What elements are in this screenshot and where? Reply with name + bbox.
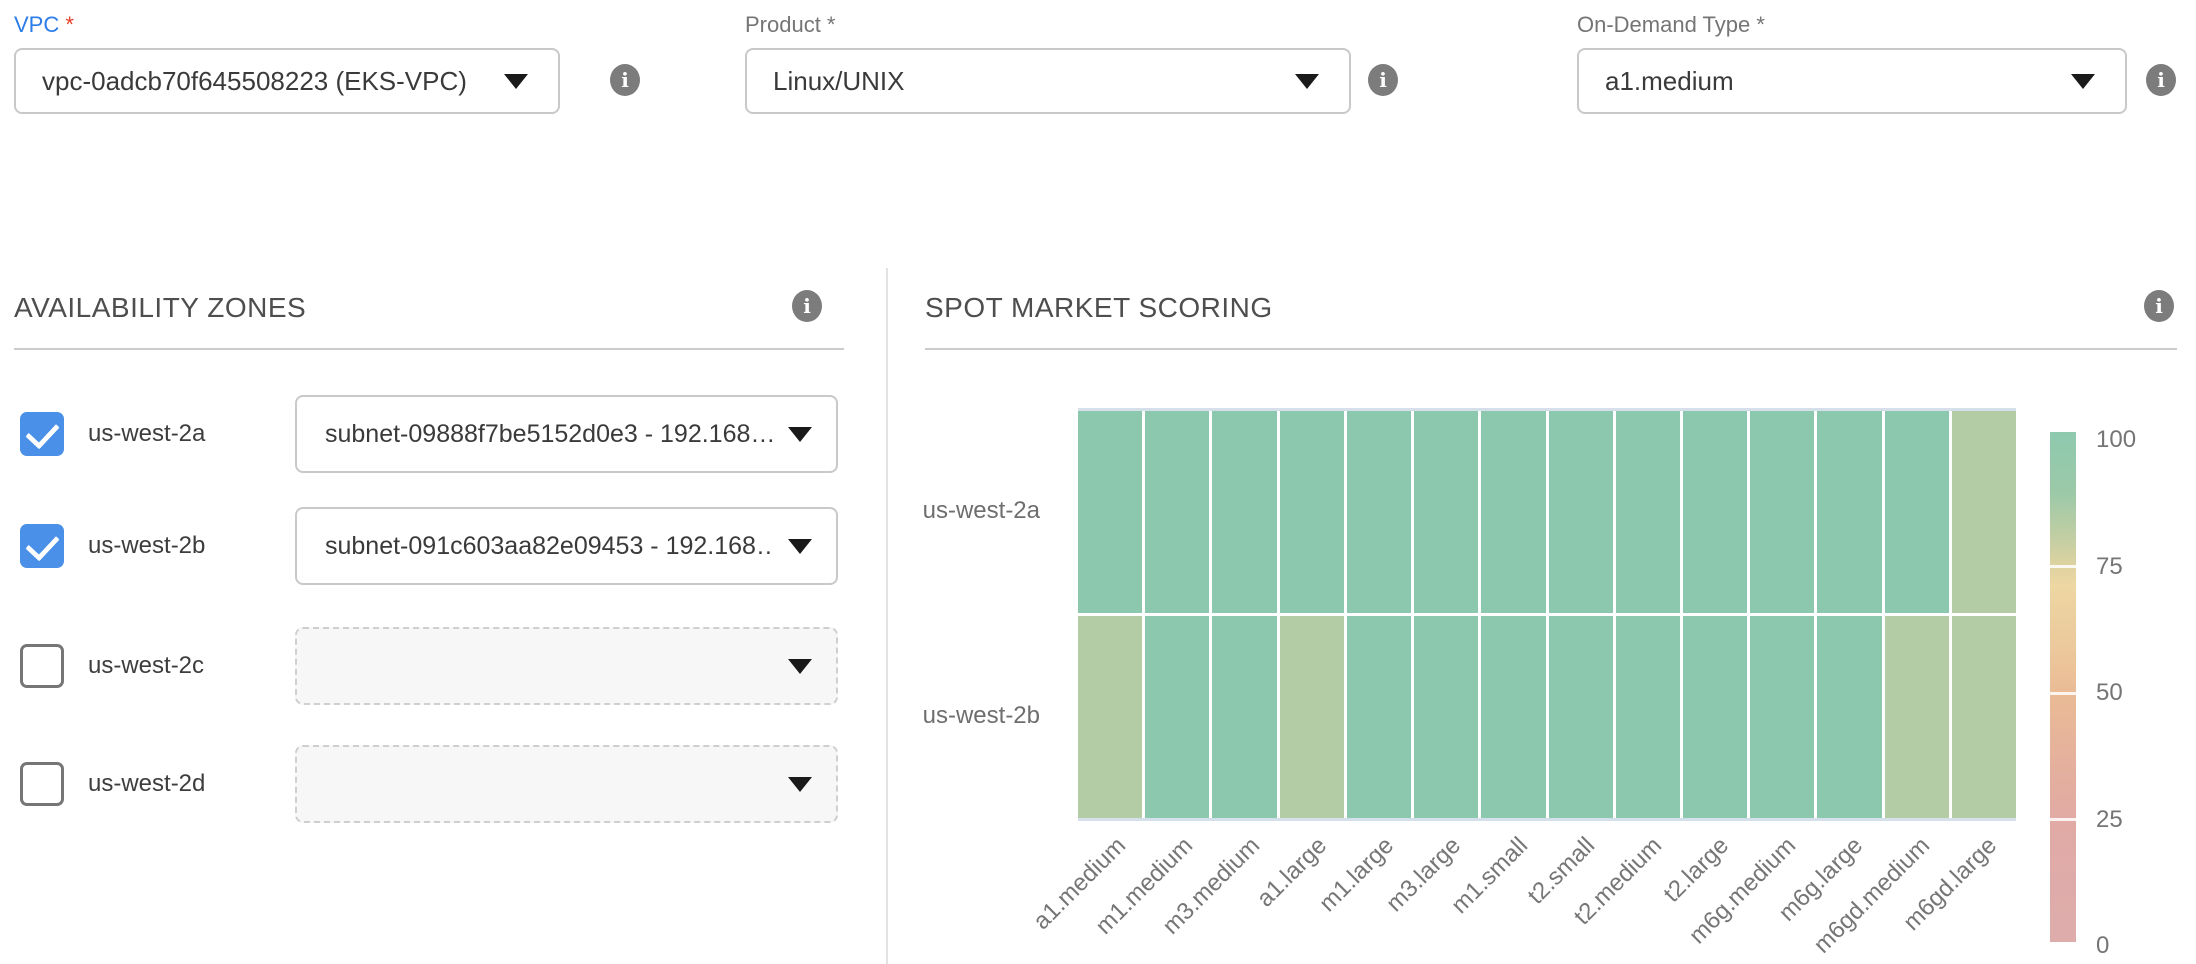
- heatmap-cell-us-west-2b-m6gd.large: [1952, 616, 2016, 818]
- chevron-down-icon: [788, 777, 812, 792]
- heatmap-cell-us-west-2b-m3.large: [1414, 616, 1478, 818]
- colorbar-tick-50: 50: [2096, 679, 2123, 707]
- colorbar-tick-25: 25: [2096, 806, 2123, 834]
- heatmap-cell-us-west-2a-m6gd.medium: [1885, 411, 1949, 613]
- product-label: Product *: [745, 12, 1351, 42]
- subnet-select[interactable]: subnet-09888f7be5152d0e3 - 192.168…: [295, 395, 838, 473]
- vpc-required-mark: *: [65, 12, 74, 37]
- heatmap-cell-us-west-2a-m3.large: [1414, 411, 1478, 613]
- product-info-icon[interactable]: i: [1368, 64, 1398, 96]
- az-checkbox[interactable]: [20, 644, 64, 688]
- colorbar-tick-0: 0: [2096, 932, 2109, 960]
- heatmap-cell-us-west-2b-t2.medium: [1616, 616, 1680, 818]
- az-row-us-west-2c: us-west-2c: [0, 627, 886, 705]
- az-row-us-west-2d: us-west-2d: [0, 745, 886, 823]
- heatmap-cell-us-west-2a-m6gd.large: [1952, 411, 2016, 613]
- heatmap-cell-us-west-2a-t2.small: [1549, 411, 1613, 613]
- heatmap-cell-us-west-2a-m1.small: [1481, 411, 1545, 613]
- subnet-select[interactable]: subnet-091c603aa82e09453 - 192.168…: [295, 507, 838, 585]
- vpc-label: VPC *: [14, 12, 560, 42]
- spot-market-scoring-title: SPOT MARKET SCORING: [925, 292, 1273, 324]
- colorbar-scale: 100 75 50 25 0: [2096, 0, 2176, 964]
- heatmap-cell-us-west-2b-t2.small: [1549, 616, 1613, 818]
- heatmap-cell-us-west-2b-m1.medium: [1145, 616, 1209, 818]
- spot-market-heatmap: [1078, 408, 2016, 821]
- vpc-info-icon[interactable]: i: [610, 64, 640, 96]
- az-checkbox[interactable]: [20, 762, 64, 806]
- az-zone-label: us-west-2d: [88, 745, 205, 823]
- chevron-down-icon: [2071, 74, 2095, 89]
- heatmap-cell-us-west-2b-m1.large: [1347, 616, 1411, 818]
- spot-market-scoring-divider: [925, 348, 2177, 350]
- heatmap-cell-us-west-2b-a1.large: [1280, 616, 1344, 818]
- on-demand-type-label: On-Demand Type *: [1577, 12, 2127, 42]
- heatmap-x-axis: a1.mediumm1.mediumm3.mediuma1.largem1.la…: [1078, 832, 2016, 964]
- heatmap-cell-us-west-2a-t2.medium: [1616, 411, 1680, 613]
- colorbar: [2050, 432, 2076, 942]
- y-axis-label-us-west-2a: us-west-2a: [870, 497, 1040, 525]
- heatmap-cell-us-west-2a-m1.medium: [1145, 411, 1209, 613]
- product-select[interactable]: Linux/UNIX: [745, 48, 1351, 114]
- chevron-down-icon: [788, 659, 812, 674]
- product-select-value: Linux/UNIX: [773, 66, 1281, 97]
- chevron-down-icon: [788, 539, 812, 554]
- heatmap-cell-us-west-2b-m1.small: [1481, 616, 1545, 818]
- colorbar-segment-line: [2050, 692, 2076, 695]
- availability-zones-info-icon[interactable]: i: [792, 290, 822, 322]
- heatmap-cell-us-west-2a-m3.medium: [1212, 411, 1276, 613]
- heatmap-cell-us-west-2b-a1.medium: [1078, 616, 1142, 818]
- colorbar-segment-line: [2050, 818, 2076, 821]
- az-zone-label: us-west-2c: [88, 627, 204, 705]
- subnet-select-value: subnet-091c603aa82e09453 - 192.168…: [325, 532, 774, 561]
- heatmap-cell-us-west-2a-m6g.medium: [1750, 411, 1814, 613]
- heatmap-cell-us-west-2b-m6g.medium: [1750, 616, 1814, 818]
- vpc-label-text: VPC: [14, 12, 59, 37]
- subnet-select: [295, 745, 838, 823]
- heatmap-cell-us-west-2a-m1.large: [1347, 411, 1411, 613]
- subnet-select-value: subnet-09888f7be5152d0e3 - 192.168…: [325, 420, 774, 449]
- x-axis-label-a1.medium: a1.medium: [970, 832, 1131, 964]
- chevron-down-icon: [788, 427, 812, 442]
- section-divider: [886, 268, 888, 964]
- chevron-down-icon: [1295, 74, 1319, 89]
- on-demand-type-select[interactable]: a1.medium: [1577, 48, 2127, 114]
- availability-zones-title: AVAILABILITY ZONES: [14, 292, 306, 324]
- az-row-us-west-2b: us-west-2b subnet-091c603aa82e09453 - 19…: [0, 507, 886, 585]
- vpc-select-value: vpc-0adcb70f645508223 (EKS-VPC): [42, 66, 490, 97]
- heatmap-grid: [1078, 411, 2016, 818]
- heatmap-cell-us-west-2b-t2.large: [1683, 616, 1747, 818]
- colorbar-tick-100: 100: [2096, 426, 2136, 454]
- colorbar-tick-75: 75: [2096, 553, 2123, 581]
- product-field: Product * Linux/UNIX: [745, 12, 1351, 114]
- heatmap-cell-us-west-2a-a1.large: [1280, 411, 1344, 613]
- subnet-select: [295, 627, 838, 705]
- on-demand-type-select-value: a1.medium: [1605, 66, 2057, 97]
- availability-zones-divider: [14, 348, 844, 350]
- heatmap-cell-us-west-2b-m6gd.medium: [1885, 616, 1949, 818]
- on-demand-type-field: On-Demand Type * a1.medium: [1577, 12, 2127, 114]
- heatmap-bottom-edge: [1078, 818, 2016, 821]
- heatmap-cell-us-west-2a-m6g.large: [1817, 411, 1881, 613]
- heatmap-cell-us-west-2a-a1.medium: [1078, 411, 1142, 613]
- y-axis-label-us-west-2b: us-west-2b: [870, 702, 1040, 730]
- az-zone-label: us-west-2a: [88, 395, 205, 473]
- heatmap-cell-us-west-2b-m3.medium: [1212, 616, 1276, 818]
- az-row-us-west-2a: us-west-2a subnet-09888f7be5152d0e3 - 19…: [0, 395, 886, 473]
- vpc-field: VPC * vpc-0adcb70f645508223 (EKS-VPC): [14, 12, 560, 114]
- heatmap-cell-us-west-2a-t2.large: [1683, 411, 1747, 613]
- chevron-down-icon: [504, 74, 528, 89]
- az-checkbox[interactable]: [20, 412, 64, 456]
- heatmap-cell-us-west-2b-m6g.large: [1817, 616, 1881, 818]
- colorbar-segment-line: [2050, 565, 2076, 568]
- az-checkbox[interactable]: [20, 524, 64, 568]
- vpc-select[interactable]: vpc-0adcb70f645508223 (EKS-VPC): [14, 48, 560, 114]
- az-zone-label: us-west-2b: [88, 507, 205, 585]
